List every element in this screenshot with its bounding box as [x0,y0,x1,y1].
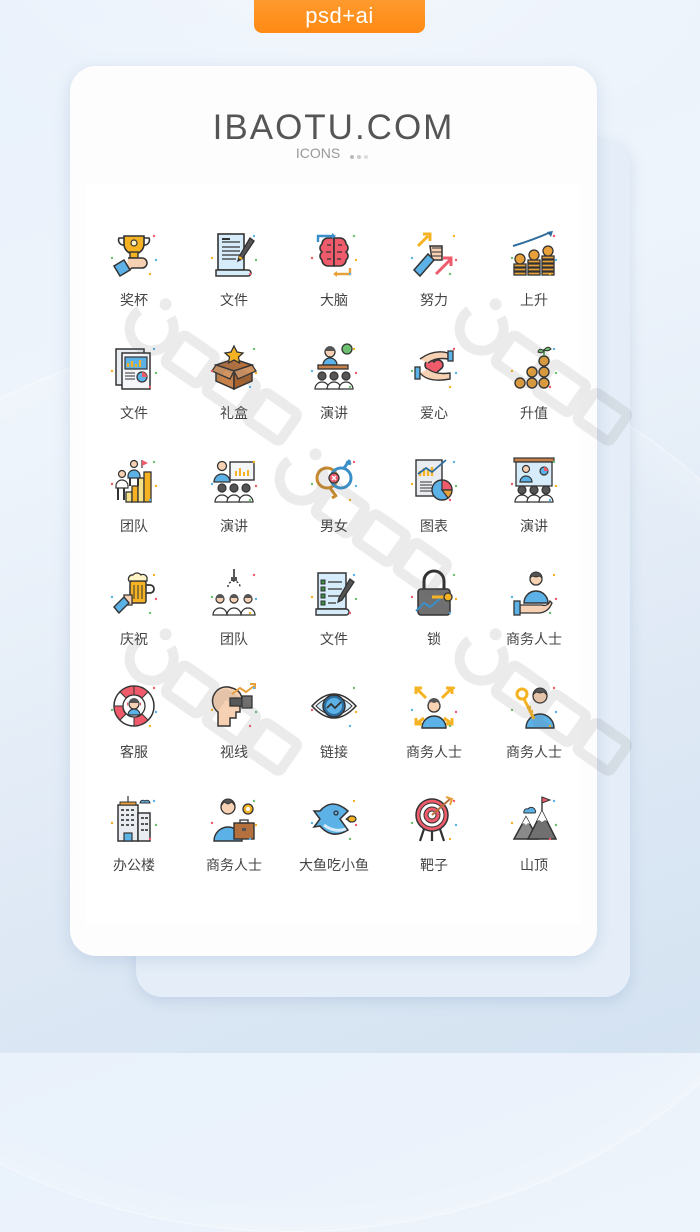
team-podium-icon [110,456,158,504]
icon-label: 商务人士 [406,745,462,761]
team-claw-icon [210,569,258,617]
icon-label: 演讲 [520,519,548,535]
icon-tile[interactable]: 商务人士 [484,569,584,669]
icon-label: 演讲 [320,406,348,422]
businessman-briefcase-icon [210,795,258,843]
icon-tile[interactable]: 演讲 [484,456,584,556]
icon-tile[interactable]: 商务人士 [184,795,284,895]
checklist-pen-icon [310,569,358,617]
head-binoculars-icon [210,682,258,730]
icon-label: 山顶 [520,858,548,874]
icon-label: 商务人士 [506,745,562,761]
document-pen-icon [210,230,258,278]
icon-tile[interactable]: 努力 [384,230,484,330]
fist-arrows-icon [410,230,458,278]
icon-tile[interactable]: 图表 [384,456,484,556]
icon-tile[interactable]: 奖杯 [84,230,184,330]
icon-tile[interactable]: 链接 [284,682,384,782]
icon-tile[interactable]: 团队 [84,456,184,556]
eye-graph-icon [310,682,358,730]
icon-tile[interactable]: 文件 [84,343,184,443]
trophy-hand-icon [110,230,158,278]
icon-label: 靶子 [420,858,448,874]
subtitle-dots [350,146,371,162]
icon-label: 爱心 [420,406,448,422]
brain-arrows-icon [310,230,358,278]
icon-label: 文件 [320,632,348,648]
icon-tile[interactable]: 男女 [284,456,384,556]
presenter-chart-icon [210,456,258,504]
big-fish-small-fish-icon [310,795,358,843]
presentation-board-icon [510,456,558,504]
icon-label: 文件 [220,293,248,309]
dot [357,155,362,160]
dot [350,155,355,160]
format-badge: psd+ai [254,0,425,33]
gift-box-star-icon [210,343,258,391]
office-building-icon [110,795,158,843]
icon-tile[interactable]: 演讲 [284,343,384,443]
chart-pie-icon [410,456,458,504]
icon-tile[interactable]: 升值 [484,343,584,443]
icon-label: 男女 [320,519,348,535]
icon-label: 演讲 [220,519,248,535]
coin-plant-icon [510,343,558,391]
icon-label: 奖杯 [120,293,148,309]
icon-label: 团队 [220,632,248,648]
icon-tile[interactable]: 演讲 [184,456,284,556]
businessman-hand-icon [510,569,558,617]
coins-growth-icon [510,230,558,278]
icon-tile[interactable]: 庆祝 [84,569,184,669]
icon-tile[interactable]: 商务人士 [484,682,584,782]
icon-tile[interactable]: 商务人士 [384,682,484,782]
icon-label: 锁 [427,632,441,648]
icon-label: 商务人士 [206,858,262,874]
icon-label: 视线 [220,745,248,761]
lifebuoy-support-icon [110,682,158,730]
icon-tile[interactable]: 礼盒 [184,343,284,443]
target-arrow-icon [410,795,458,843]
brand-title: IBAOTU.COM [212,108,455,147]
icon-label: 大鱼吃小鱼 [299,858,369,874]
icon-label: 办公楼 [113,858,155,874]
hands-heart-icon [410,343,458,391]
subtitle-text: ICONS [295,145,341,161]
icon-label: 客服 [120,745,148,761]
icon-tile[interactable]: 靶子 [384,795,484,895]
icon-tile[interactable]: 大鱼吃小鱼 [284,795,384,895]
icon-tile[interactable]: 团队 [184,569,284,669]
report-chart-icon [110,343,158,391]
icon-tile[interactable]: 视线 [184,682,284,782]
icon-label: 升值 [520,406,548,422]
icon-label: 礼盒 [220,406,248,422]
icon-tile[interactable]: 爱心 [384,343,484,443]
mountain-flag-icon [510,795,558,843]
icon-tile[interactable]: 大脑 [284,230,384,330]
icon-tile[interactable]: 文件 [184,230,284,330]
icon-tile[interactable]: 锁 [384,569,484,669]
icon-label: 团队 [120,519,148,535]
icon-label: 努力 [420,293,448,309]
beer-mug-icon [110,569,158,617]
icon-tile[interactable]: 客服 [84,682,184,782]
icon-label: 商务人士 [506,632,562,648]
icon-tile[interactable]: 办公楼 [84,795,184,895]
icon-tile[interactable]: 上升 [484,230,584,330]
icon-label: 上升 [520,293,548,309]
businessman-arrows-icon [410,682,458,730]
icon-label: 图表 [420,519,448,535]
icon-tile[interactable]: 文件 [284,569,384,669]
speaker-audience-icon [310,343,358,391]
brand-subtitle: ICONS [70,145,597,162]
dot [364,155,369,160]
businessman-key-icon [510,682,558,730]
icon-label: 大脑 [320,293,348,309]
icon-label: 庆祝 [120,632,148,648]
icon-label: 链接 [320,745,348,761]
icon-label: 文件 [120,406,148,422]
gender-symbols-icon [310,456,358,504]
padlock-key-icon [410,569,458,617]
icon-tile[interactable]: 山顶 [484,795,584,895]
